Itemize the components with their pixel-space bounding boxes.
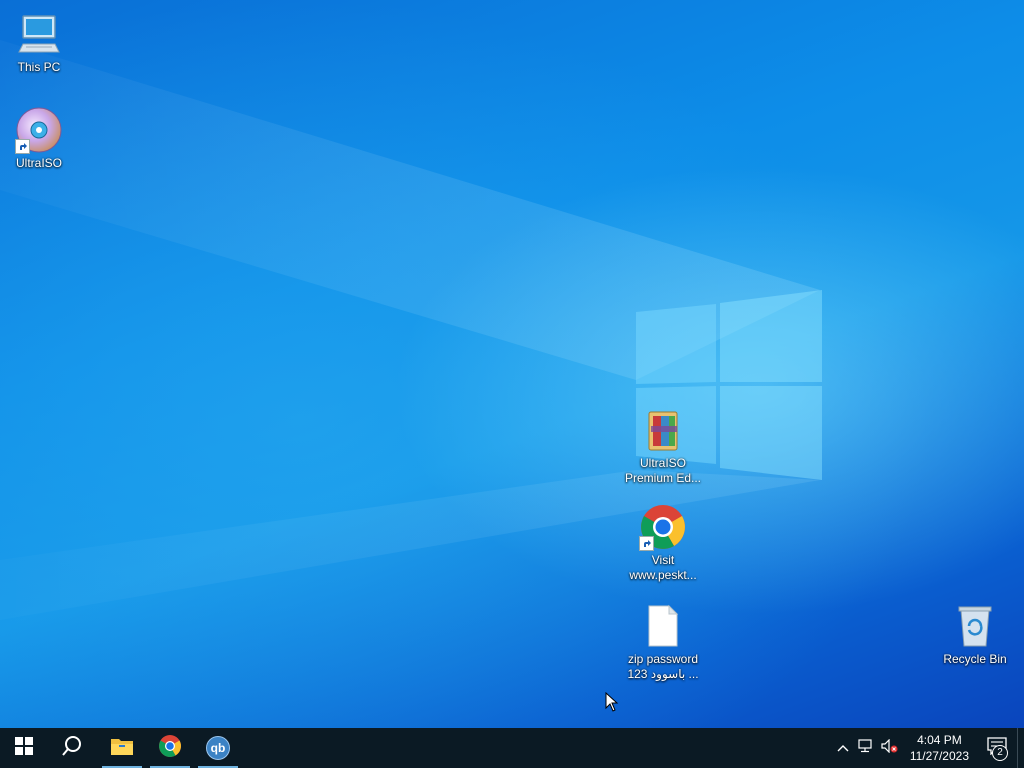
action-center-button[interactable]: 2 bbox=[977, 728, 1017, 768]
icon-label-line-2: www.peskt... bbox=[629, 568, 697, 582]
recycle-bin-icon bbox=[951, 602, 999, 650]
chrome-icon bbox=[158, 734, 182, 763]
show-desktop-button[interactable] bbox=[1017, 728, 1024, 768]
icon-label-line-1: zip password bbox=[627, 652, 699, 666]
desktop-icon-recycle-bin[interactable]: Recycle Bin bbox=[933, 602, 1017, 667]
icon-label-line-2: باسوود 123 ... bbox=[627, 667, 699, 681]
text-file-icon bbox=[639, 602, 687, 650]
search-button[interactable] bbox=[48, 728, 96, 768]
windows-logo-icon bbox=[15, 736, 33, 760]
mouse-cursor-icon bbox=[605, 691, 619, 717]
desktop-icon-this-pc[interactable]: This PC bbox=[0, 10, 81, 75]
desktop-icon-zip-password-file[interactable]: zip password باسوود 123 ... bbox=[621, 602, 705, 682]
clock-date: 11/27/2023 bbox=[909, 749, 969, 763]
start-button[interactable] bbox=[0, 728, 48, 768]
search-icon bbox=[61, 735, 83, 762]
qbittorrent-icon: qb bbox=[206, 736, 230, 760]
desktop-icon-visit-website[interactable]: Visit www.peskt... bbox=[621, 503, 705, 583]
shortcut-arrow-icon bbox=[15, 139, 30, 154]
taskbar-qbittorrent[interactable]: qb bbox=[194, 728, 242, 768]
qbittorrent-text: qb bbox=[210, 741, 226, 755]
network-button[interactable] bbox=[854, 728, 878, 768]
icon-label-line-1: Visit bbox=[651, 553, 675, 567]
network-icon bbox=[858, 738, 874, 758]
icon-label-line-2: Premium Ed... bbox=[624, 471, 702, 485]
volume-button[interactable] bbox=[878, 728, 902, 768]
desktop: This PC UltraISO UltraISO Premium Ed... … bbox=[0, 0, 1024, 728]
icon-label: This PC bbox=[17, 60, 61, 74]
system-tray: 4:04 PM 11/27/2023 2 bbox=[832, 728, 1024, 768]
icon-label: Recycle Bin bbox=[943, 652, 1007, 666]
shortcut-arrow-icon bbox=[639, 536, 654, 551]
clock[interactable]: 4:04 PM 11/27/2023 bbox=[902, 728, 977, 768]
chrome-icon bbox=[639, 503, 687, 551]
clock-time: 4:04 PM bbox=[917, 733, 962, 747]
icon-label: UltraISO bbox=[15, 156, 62, 170]
file-explorer-icon bbox=[110, 736, 134, 761]
volume-muted-icon bbox=[881, 738, 899, 758]
winrar-archive-icon bbox=[639, 406, 687, 454]
desktop-icon-ultraiso-premium-archive[interactable]: UltraISO Premium Ed... bbox=[621, 406, 705, 486]
notification-count-badge: 2 bbox=[992, 745, 1008, 761]
monitor-icon bbox=[15, 10, 63, 58]
chevron-up-icon bbox=[837, 739, 849, 757]
icon-label-line-1: UltraISO bbox=[639, 456, 686, 470]
desktop-icon-ultraiso[interactable]: UltraISO bbox=[0, 106, 81, 171]
taskbar: qb 4:04 PM 11/27/2023 2 bbox=[0, 728, 1024, 768]
taskbar-chrome[interactable] bbox=[146, 728, 194, 768]
show-hidden-icons-button[interactable] bbox=[832, 728, 854, 768]
disc-icon bbox=[15, 106, 63, 154]
taskbar-file-explorer[interactable] bbox=[98, 728, 146, 768]
